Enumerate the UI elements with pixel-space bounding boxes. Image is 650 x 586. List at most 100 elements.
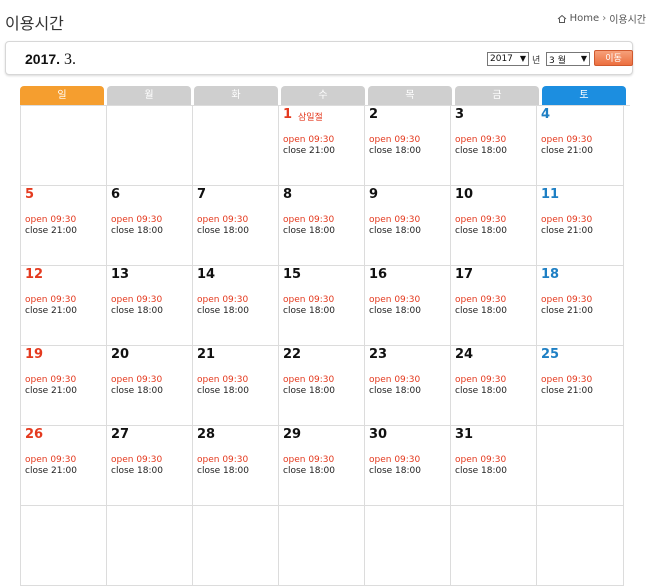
calendar-day-cell[interactable]: 31 open 09:30 close 18:00 xyxy=(451,426,537,506)
year-select[interactable]: 2017 ▼ xyxy=(487,52,529,66)
day-number: 24 xyxy=(455,347,474,362)
close-time: close 18:00 xyxy=(455,146,507,156)
calendar-day-cell xyxy=(451,506,537,586)
close-time: close 18:00 xyxy=(197,466,249,476)
month-select[interactable]: 3 월 ▼ xyxy=(546,52,590,66)
calendar-day-cell[interactable]: 24 open 09:30 close 18:00 xyxy=(451,346,537,426)
day-number: 23 xyxy=(369,347,388,362)
open-time: open 09:30 xyxy=(111,375,163,385)
calendar-day-cell[interactable]: 5 open 09:30 close 21:00 xyxy=(21,186,107,266)
close-time: close 21:00 xyxy=(25,386,77,396)
weekday-header-5: 금 xyxy=(455,86,539,105)
calendar-day-cell[interactable]: 27 open 09:30 close 18:00 xyxy=(107,426,193,506)
weekday-header-2: 화 xyxy=(194,86,278,105)
calendar-day-cell[interactable]: 6 open 09:30 close 18:00 xyxy=(107,186,193,266)
calendar-day-cell[interactable]: 3 open 09:30 close 18:00 xyxy=(451,106,537,186)
calendar-day-cell[interactable]: 15 open 09:30 close 18:00 xyxy=(279,266,365,346)
open-time: open 09:30 xyxy=(541,295,593,305)
open-time: open 09:30 xyxy=(369,215,421,225)
breadcrumb-home-link[interactable]: Home xyxy=(570,13,600,24)
open-time: open 09:30 xyxy=(25,215,77,225)
current-month: 3. xyxy=(63,51,76,68)
close-time: close 21:00 xyxy=(541,386,593,396)
open-time: open 09:30 xyxy=(25,375,77,385)
weekday-header-3: 수 xyxy=(281,86,365,105)
calendar-day-cell[interactable]: 9 open 09:30 close 18:00 xyxy=(365,186,451,266)
page-title: 이용시간 xyxy=(5,14,64,33)
day-number: 27 xyxy=(111,427,130,442)
year-select-value: 2017 xyxy=(490,54,513,64)
calendar-week-row xyxy=(21,506,630,586)
go-button[interactable]: 이동 xyxy=(594,50,633,66)
day-number: 28 xyxy=(197,427,216,442)
calendar-day-cell[interactable]: 10 open 09:30 close 18:00 xyxy=(451,186,537,266)
weekday-header-0: 일 xyxy=(20,86,104,105)
open-time: open 09:30 xyxy=(455,455,507,465)
day-number: 16 xyxy=(369,267,388,282)
day-number: 30 xyxy=(369,427,388,442)
calendar-day-cell[interactable]: 19 open 09:30 close 21:00 xyxy=(21,346,107,426)
close-time: close 18:00 xyxy=(197,386,249,396)
calendar-day-cell[interactable]: 7 open 09:30 close 18:00 xyxy=(193,186,279,266)
calendar-day-cell[interactable]: 22 open 09:30 close 18:00 xyxy=(279,346,365,426)
calendar-day-cell[interactable]: 1 삼일절 open 09:30 close 21:00 xyxy=(279,106,365,186)
close-time: close 18:00 xyxy=(197,306,249,316)
calendar-week-row: 5 open 09:30 close 21:00 6 open 09:30 close 1… xyxy=(21,186,630,266)
year-unit-label: 년 xyxy=(532,56,541,66)
close-time: close 18:00 xyxy=(455,226,507,236)
calendar-day-cell[interactable]: 4 open 09:30 close 21:00 xyxy=(537,106,624,186)
day-number: 9 xyxy=(369,187,379,202)
calendar-day-cell[interactable]: 25 open 09:30 close 21:00 xyxy=(537,346,624,426)
calendar-day-cell[interactable]: 18 open 09:30 close 21:00 xyxy=(537,266,624,346)
open-time: open 09:30 xyxy=(541,215,593,225)
day-number: 3 xyxy=(455,107,465,122)
calendar-day-cell[interactable]: 17 open 09:30 close 18:00 xyxy=(451,266,537,346)
close-time: close 18:00 xyxy=(455,306,507,316)
day-number: 7 xyxy=(197,187,207,202)
open-time: open 09:30 xyxy=(283,455,335,465)
calendar-day-cell[interactable]: 20 open 09:30 close 18:00 xyxy=(107,346,193,426)
open-time: open 09:30 xyxy=(369,455,421,465)
calendar-day-cell[interactable]: 28 open 09:30 close 18:00 xyxy=(193,426,279,506)
close-time: close 18:00 xyxy=(455,466,507,476)
calendar-day-cell[interactable]: 11 open 09:30 close 21:00 xyxy=(537,186,624,266)
weekday-header-1: 월 xyxy=(107,86,191,105)
day-number: 29 xyxy=(283,427,302,442)
calendar-day-cell xyxy=(279,506,365,586)
calendar-day-cell[interactable]: 23 open 09:30 close 18:00 xyxy=(365,346,451,426)
close-time: close 18:00 xyxy=(369,466,421,476)
calendar-day-cell[interactable]: 29 open 09:30 close 18:00 xyxy=(279,426,365,506)
calendar-toolbar: 2017. 3. 2017 ▼ 년 3 월 ▼ 이동 xyxy=(5,41,633,75)
close-time: close 18:00 xyxy=(455,386,507,396)
open-time: open 09:30 xyxy=(455,375,507,385)
open-time: open 09:30 xyxy=(369,375,421,385)
current-year: 2017. xyxy=(25,51,61,67)
chevron-right-icon: › xyxy=(602,13,607,24)
calendar-day-cell[interactable]: 8 open 09:30 close 18:00 xyxy=(279,186,365,266)
calendar-day-cell[interactable]: 12 open 09:30 close 21:00 xyxy=(21,266,107,346)
open-time: open 09:30 xyxy=(455,295,507,305)
calendar-day-cell[interactable]: 13 open 09:30 close 18:00 xyxy=(107,266,193,346)
breadcrumb: Home › 이용시간 xyxy=(557,11,646,26)
calendar-day-cell[interactable]: 2 open 09:30 close 18:00 xyxy=(365,106,451,186)
close-time: close 18:00 xyxy=(197,226,249,236)
close-time: close 18:00 xyxy=(369,306,421,316)
open-time: open 09:30 xyxy=(541,375,593,385)
open-time: open 09:30 xyxy=(25,295,77,305)
calendar-day-cell[interactable]: 16 open 09:30 close 18:00 xyxy=(365,266,451,346)
day-number: 25 xyxy=(541,347,560,362)
calendar-week-row: 19 open 09:30 close 21:00 20 open 09:30 close… xyxy=(21,346,630,426)
calendar-week-row: 1 삼일절 open 09:30 close 21:00 2 open 09:30 clos… xyxy=(21,106,630,186)
day-number: 18 xyxy=(541,267,560,282)
calendar-day-cell[interactable]: 14 open 09:30 close 18:00 xyxy=(193,266,279,346)
calendar-day-cell[interactable]: 21 open 09:30 close 18:00 xyxy=(193,346,279,426)
close-time: close 18:00 xyxy=(283,226,335,236)
open-time: open 09:30 xyxy=(369,295,421,305)
calendar-day-cell[interactable]: 30 open 09:30 close 18:00 xyxy=(365,426,451,506)
calendar-day-cell[interactable]: 26 open 09:30 close 21:00 xyxy=(21,426,107,506)
close-time: close 21:00 xyxy=(541,306,593,316)
calendar-day-cell xyxy=(365,506,451,586)
open-time: open 09:30 xyxy=(197,455,249,465)
open-time: open 09:30 xyxy=(283,375,335,385)
calendar-day-cell xyxy=(107,106,193,186)
